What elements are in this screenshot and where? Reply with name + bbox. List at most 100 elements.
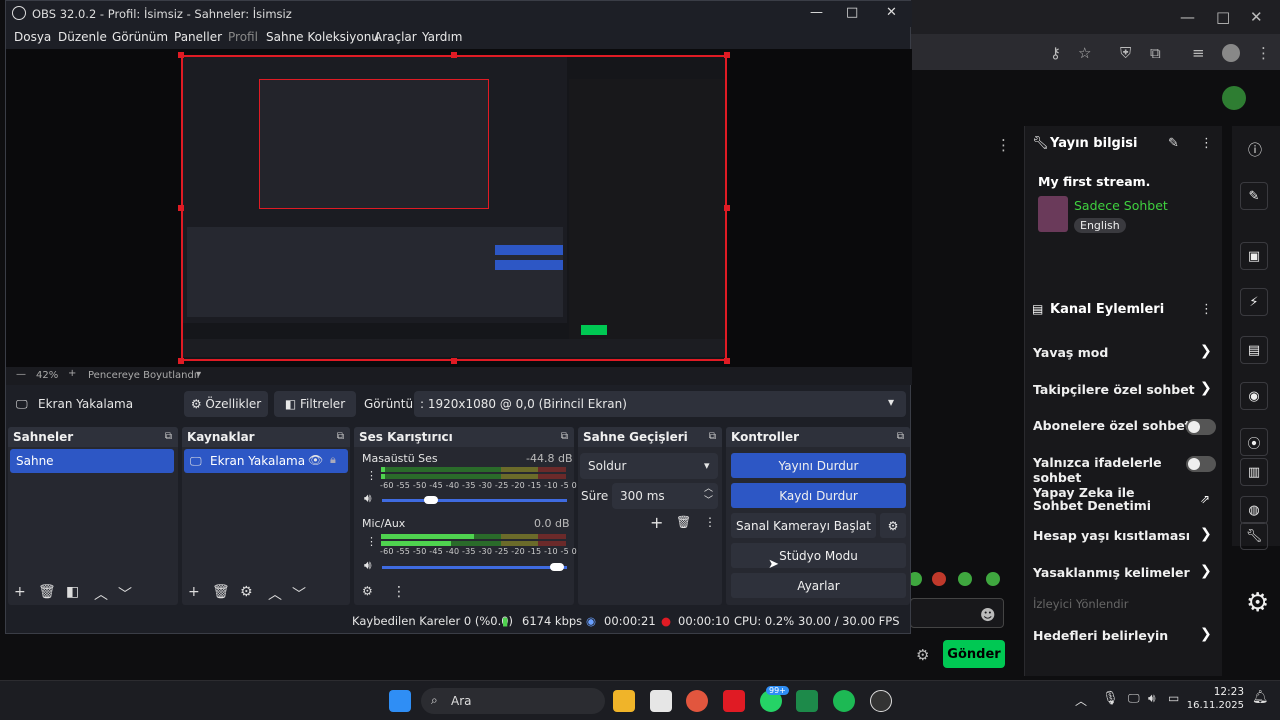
studio-mode-button[interactable]: Stüdyo Modu [731, 543, 906, 568]
trash-icon[interactable]: 🗑︎ [38, 584, 56, 600]
profile-avatar[interactable] [1222, 44, 1240, 62]
chevron-down-icon[interactable]: ▾ [888, 395, 894, 409]
gear-large-icon[interactable]: ⚙ [1246, 588, 1269, 618]
resize-handle[interactable] [451, 358, 457, 364]
add-icon[interactable]: + [14, 584, 26, 600]
source-item[interactable]: Ekran Yakalama [184, 449, 348, 473]
dock-float-icon[interactable]: ⧉ [561, 431, 568, 442]
volume-slider-desktop[interactable] [382, 496, 567, 504]
zoom-in-icon[interactable]: + [68, 368, 76, 379]
stop-streaming-button[interactable]: Yayını Durdur [731, 453, 906, 478]
menu-edit[interactable]: Düzenle [58, 30, 107, 44]
store-icon[interactable] [650, 690, 672, 712]
clock-time[interactable]: 12:23 [1196, 686, 1244, 698]
language-tag[interactable]: English [1074, 218, 1126, 233]
eye-icon[interactable]: 👁︎ [308, 453, 323, 467]
action-banned-words[interactable]: Yasaklanmış kelimeler [1033, 565, 1213, 580]
obs-taskbar-icon[interactable] [870, 690, 892, 712]
battery-icon[interactable]: ▭ [1168, 691, 1179, 705]
edit-icon[interactable]: ✎ [1168, 136, 1179, 151]
menu-view[interactable]: Görünüm [112, 30, 168, 44]
slider-knob[interactable] [424, 496, 438, 504]
minimize-icon[interactable]: — [810, 5, 823, 20]
speaker-icon[interactable]: 🔊︎ [364, 491, 372, 506]
youtube-icon[interactable] [723, 690, 745, 712]
maximize-icon[interactable]: □ [1216, 8, 1230, 26]
lightning-icon[interactable]: ⚡︎ [1240, 288, 1268, 316]
move-up-icon[interactable]: ︿ [268, 584, 282, 604]
more-icon[interactable]: ⋮ [996, 136, 1011, 154]
more-icon[interactable]: ⋮ [392, 584, 406, 600]
chevron-right-icon[interactable]: ❯ [1200, 626, 1212, 642]
more-icon[interactable]: ⋮ [704, 515, 716, 529]
minimize-icon[interactable]: — [1180, 8, 1195, 26]
wrench-icon[interactable]: 🔧︎ [1240, 522, 1268, 550]
emote-only-toggle[interactable] [1186, 456, 1216, 472]
menu-icon[interactable]: ⋮ [1256, 44, 1271, 62]
subscribers-only-toggle[interactable] [1186, 419, 1216, 435]
dock-float-icon[interactable]: ⧉ [709, 431, 716, 442]
edit-icon[interactable]: ✎ [1240, 182, 1268, 210]
settings-button[interactable]: Ayarlar [731, 573, 906, 598]
broadcast-icon[interactable]: ⦿ [1240, 428, 1268, 456]
windows-start-icon[interactable] [389, 690, 411, 712]
add-icon[interactable]: + [188, 584, 200, 600]
volume-icon[interactable]: 🔊︎ [1148, 691, 1156, 706]
emote-icon[interactable] [986, 572, 1000, 586]
emote-icon[interactable] [932, 572, 946, 586]
chevron-up-icon[interactable]: ︿ [1075, 692, 1087, 709]
chrome-icon[interactable] [686, 690, 708, 712]
trash-icon[interactable]: 🗑︎ [212, 584, 230, 600]
menu-tools[interactable]: Araçlar [374, 30, 417, 44]
chevron-down-icon[interactable]: ﹀ [704, 493, 713, 506]
virtual-camera-settings[interactable]: ⚙ [880, 513, 906, 538]
extensions-icon[interactable]: ⧉ [1150, 44, 1161, 62]
menu-help[interactable]: Yardım [422, 30, 462, 44]
palette-icon[interactable]: ◍ [1240, 496, 1268, 524]
chat-settings-icon[interactable]: ⚙ [916, 646, 929, 664]
chat-icon[interactable]: ◉ [1240, 382, 1268, 410]
move-down-icon[interactable]: ﹀ [118, 584, 132, 604]
properties-button[interactable]: ⚙ Özellikler [184, 391, 268, 417]
dock-float-icon[interactable]: ⧉ [165, 431, 172, 442]
key-icon[interactable]: ⚷ [1050, 44, 1061, 62]
speaker-icon[interactable]: 🔊︎ [364, 558, 372, 573]
notes-icon[interactable]: ▤ [1240, 336, 1268, 364]
close-icon[interactable]: ✕ [1250, 8, 1263, 26]
chevron-down-icon[interactable]: ▾ [704, 459, 710, 472]
resize-handle[interactable] [724, 52, 730, 58]
microphone-icon[interactable]: 🎙︎ [1102, 691, 1119, 706]
playlist-icon[interactable]: ≡ [1192, 44, 1205, 62]
transition-select[interactable]: Soldur [580, 453, 718, 479]
resize-handle[interactable] [178, 358, 184, 364]
book-icon[interactable]: ▥ [1240, 458, 1268, 486]
close-icon[interactable]: ✕ [886, 5, 897, 20]
more-icon[interactable]: ⋮ [366, 469, 377, 482]
zoom-out-icon[interactable]: — [16, 369, 26, 380]
dock-float-icon[interactable]: ⧉ [337, 431, 344, 442]
more-icon[interactable]: ⋮ [366, 535, 377, 548]
filters-button[interactable]: ◧ Filtreler [274, 391, 356, 417]
gear-icon[interactable]: ⚙ [240, 584, 253, 600]
channel-category[interactable]: Sadece Sohbet [1074, 198, 1168, 213]
add-icon[interactable]: + [650, 513, 663, 532]
network-icon[interactable]: 🖵︎ [1128, 691, 1140, 706]
resize-handle[interactable] [178, 52, 184, 58]
screen-capture-source[interactable] [181, 55, 727, 361]
more-icon[interactable]: ⋮ [1200, 136, 1213, 151]
trash-icon[interactable]: 🗑︎ [676, 515, 691, 529]
display-select[interactable]: : 1920x1080 @ 0,0 (Birincil Ekran) [414, 391, 906, 417]
category-thumbnail[interactable] [1038, 196, 1068, 232]
start-virtual-camera-button[interactable]: Sanal Kamerayı Başlat [731, 513, 876, 538]
menu-file[interactable]: Dosya [14, 30, 51, 44]
preview-canvas[interactable] [6, 49, 912, 367]
resize-handle[interactable] [724, 358, 730, 364]
chevron-right-icon[interactable]: ❯ [1200, 380, 1212, 396]
excel-icon[interactable] [796, 690, 818, 712]
send-button[interactable]: Gönder [943, 640, 1005, 668]
resize-handle[interactable] [724, 205, 730, 211]
menu-docks[interactable]: Paneller [174, 30, 222, 44]
duration-input[interactable]: 300 ms [612, 483, 718, 509]
dock-float-icon[interactable]: ⧉ [897, 431, 904, 442]
more-icon[interactable]: ⋮ [1200, 302, 1213, 317]
